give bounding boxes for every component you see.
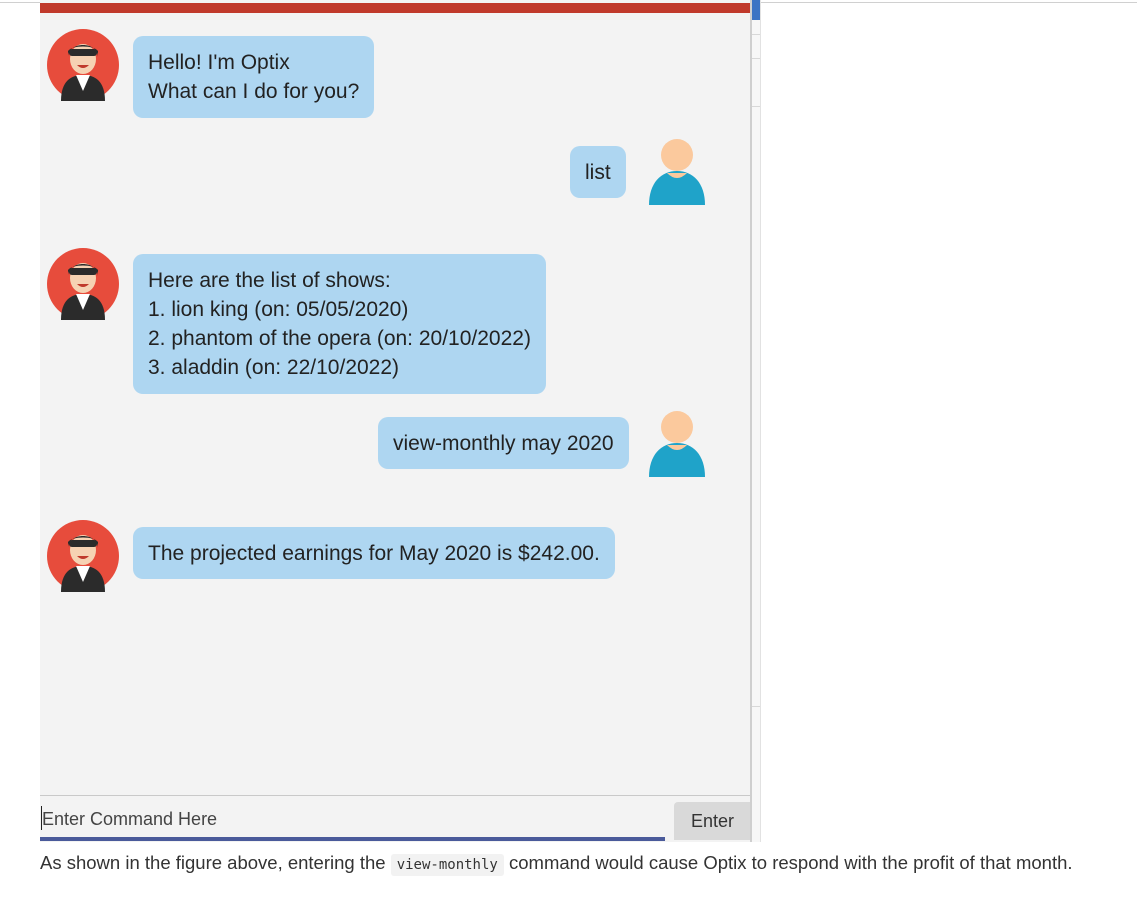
bot-message-bubble: Hello! I'm Optix What can I do for you? (133, 36, 375, 118)
bot-avatar-icon (47, 29, 119, 101)
strip-divider (752, 106, 760, 107)
strip-divider (752, 706, 760, 707)
dialog-row-bot: The projected earnings for May 2020 is $… (40, 513, 751, 603)
dialog-row-user: list (40, 133, 751, 223)
user-message-bubble: list (570, 146, 626, 198)
command-bar: Enter (40, 795, 751, 842)
message-text: view-monthly may 2020 (393, 432, 614, 455)
text-caret (41, 806, 42, 830)
message-text: The projected earnings for May 2020 is $… (148, 542, 600, 565)
bot-avatar-icon (47, 520, 119, 592)
dialog-row-user: view-monthly may 2020 (40, 403, 751, 493)
input-focus-underline (40, 837, 665, 841)
message-text: What can I do for you? (148, 80, 360, 103)
message-text: 3. aladdin (on: 22/10/2022) (148, 356, 400, 379)
inline-code: view-monthly (390, 854, 504, 876)
message-text: 1. lion king (on: 05/05/2020) (148, 298, 409, 321)
caption-text: command would cause Optix to respond wit… (509, 852, 1073, 873)
dialog-row-bot: Here are the list of shows: 1. lion king… (40, 238, 751, 408)
dialog-row-bot: Hello! I'm Optix What can I do for you? (40, 13, 751, 123)
window-top-bar (40, 3, 751, 13)
message-text: Hello! I'm Optix (148, 51, 290, 74)
window-corner-accent (752, 0, 760, 20)
command-input[interactable] (40, 804, 662, 834)
dialog-container[interactable]: Hello! I'm Optix What can I do for you? … (40, 13, 751, 795)
optix-chat-window: Hello! I'm Optix What can I do for you? … (40, 0, 751, 842)
user-avatar-icon (649, 411, 705, 477)
bot-avatar-icon (47, 248, 119, 320)
caption-text: As shown in the figure above, entering t… (40, 852, 386, 873)
message-text: Here are the list of shows: (148, 269, 391, 292)
bot-message-bubble: Here are the list of shows: 1. lion king… (133, 254, 546, 394)
side-panel-strip (752, 0, 761, 842)
message-text: 2. phantom of the opera (on: 20/10/2022) (148, 327, 531, 350)
user-message-bubble: view-monthly may 2020 (378, 417, 629, 469)
bot-message-bubble: The projected earnings for May 2020 is $… (133, 527, 615, 579)
strip-divider (752, 34, 760, 35)
figure-caption: As shown in the figure above, entering t… (40, 848, 1100, 880)
user-avatar-icon (649, 139, 705, 205)
enter-button[interactable]: Enter (674, 802, 751, 840)
message-text: list (585, 161, 611, 184)
strip-divider (752, 58, 760, 59)
